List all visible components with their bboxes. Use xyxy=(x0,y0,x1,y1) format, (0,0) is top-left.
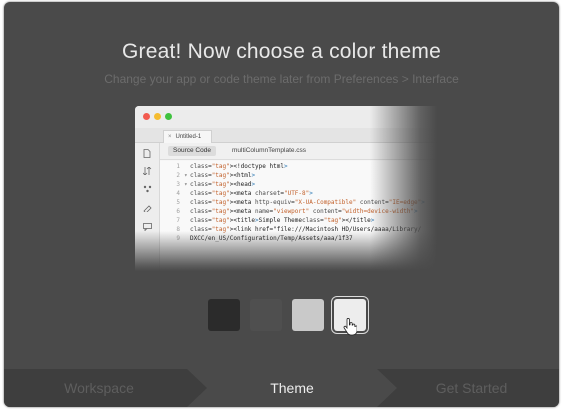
code-text: DXCC/en_US/Configuration/Temp/Assets/aaa… xyxy=(190,235,353,242)
sort-icon xyxy=(142,166,152,176)
preview-sidebar xyxy=(135,143,160,271)
related-file-label: multiColumnTemplate.css xyxy=(232,147,307,154)
code-line: 9 DXCC/en_US/Configuration/Temp/Assets/aa… xyxy=(160,235,353,243)
code-text: class="tag"><html> xyxy=(190,172,256,179)
code-text: class="tag"><link href="file:///Macintos… xyxy=(190,226,422,233)
dialog-subtitle: Change your app or code theme later from… xyxy=(104,72,459,86)
code-text: class="tag"><meta http-equiv="X-UA-Compa… xyxy=(190,199,425,206)
line-number: 8 xyxy=(176,226,180,233)
theme-swatch-medium-light[interactable] xyxy=(292,299,324,331)
tab-label: Untitled-1 xyxy=(175,134,202,140)
step-theme[interactable]: Theme xyxy=(187,369,397,407)
theme-swatches xyxy=(4,297,559,337)
snippet-icon xyxy=(142,185,152,193)
code-line: 1 class="tag"><!doctype html> xyxy=(160,163,288,171)
preview-code-area: 1 class="tag"><!doctype html> 2 ▾ class="tag… xyxy=(160,161,437,271)
preview-titlebar xyxy=(135,106,437,128)
theme-setup-dialog: Great! Now choose a color theme Change y… xyxy=(4,2,559,407)
step-get-started[interactable]: Get Started xyxy=(384,369,559,407)
step-workspace[interactable]: Workspace xyxy=(4,369,194,407)
brush-icon xyxy=(142,203,152,214)
code-line: 7 class="tag"><title>Simple Themeclass="t… xyxy=(160,217,374,225)
preview-document-tab: × Untitled-1 xyxy=(163,130,213,143)
theme-swatch-medium-dark[interactable] xyxy=(250,299,282,331)
file-icon xyxy=(142,149,152,158)
code-line: 3 ▾ class="tag"><head> xyxy=(160,181,255,189)
code-text: class="tag"><!doctype html> xyxy=(190,163,288,170)
minimize-window-icon xyxy=(154,113,161,120)
code-text: class="tag"><head> xyxy=(190,181,256,188)
code-line: 5 class="tag"><meta http-equiv="X-UA-Comp… xyxy=(160,199,425,207)
line-number: 9 xyxy=(176,235,180,242)
code-line: 6 class="tag"><meta name="viewport" conte… xyxy=(160,208,418,216)
dialog-title: Great! Now choose a color theme xyxy=(121,40,442,63)
theme-swatch-dark[interactable] xyxy=(208,299,240,331)
line-number: 2 xyxy=(176,172,180,179)
line-number: 3 xyxy=(176,181,180,188)
code-text: class="tag"><meta name="viewport" conten… xyxy=(190,208,418,215)
code-line: 2 ▾ class="tag"><html> xyxy=(160,172,255,180)
preview-related-files-bar: Source Code multiColumnTemplate.css xyxy=(160,143,437,160)
code-line: 4 class="tag"><meta charset="UTF-8"> xyxy=(160,190,313,198)
line-number: 6 xyxy=(176,208,180,215)
code-text: class="tag"><title>Simple Themeclass="ta… xyxy=(190,217,375,224)
code-text: class="tag"><meta charset="UTF-8"> xyxy=(190,190,313,197)
zoom-window-icon xyxy=(165,113,172,120)
hand-cursor-icon xyxy=(343,318,357,336)
close-window-icon xyxy=(143,113,150,120)
line-number: 1 xyxy=(176,163,180,170)
line-number: 5 xyxy=(176,199,180,206)
tab-close-icon: × xyxy=(168,134,172,140)
line-number: 4 xyxy=(176,190,180,197)
source-code-button: Source Code xyxy=(168,146,216,156)
preview-tabbar: × Untitled-1 xyxy=(135,128,437,143)
comment-icon xyxy=(142,223,152,232)
code-line: 8 class="tag"><link href="file:///Macinto… xyxy=(160,226,421,234)
setup-steps-bar: Workspace Theme Get Started xyxy=(4,369,559,407)
line-number: 7 xyxy=(176,217,180,224)
theme-preview: × Untitled-1 Source Code multiColumnTemp… xyxy=(135,106,437,271)
